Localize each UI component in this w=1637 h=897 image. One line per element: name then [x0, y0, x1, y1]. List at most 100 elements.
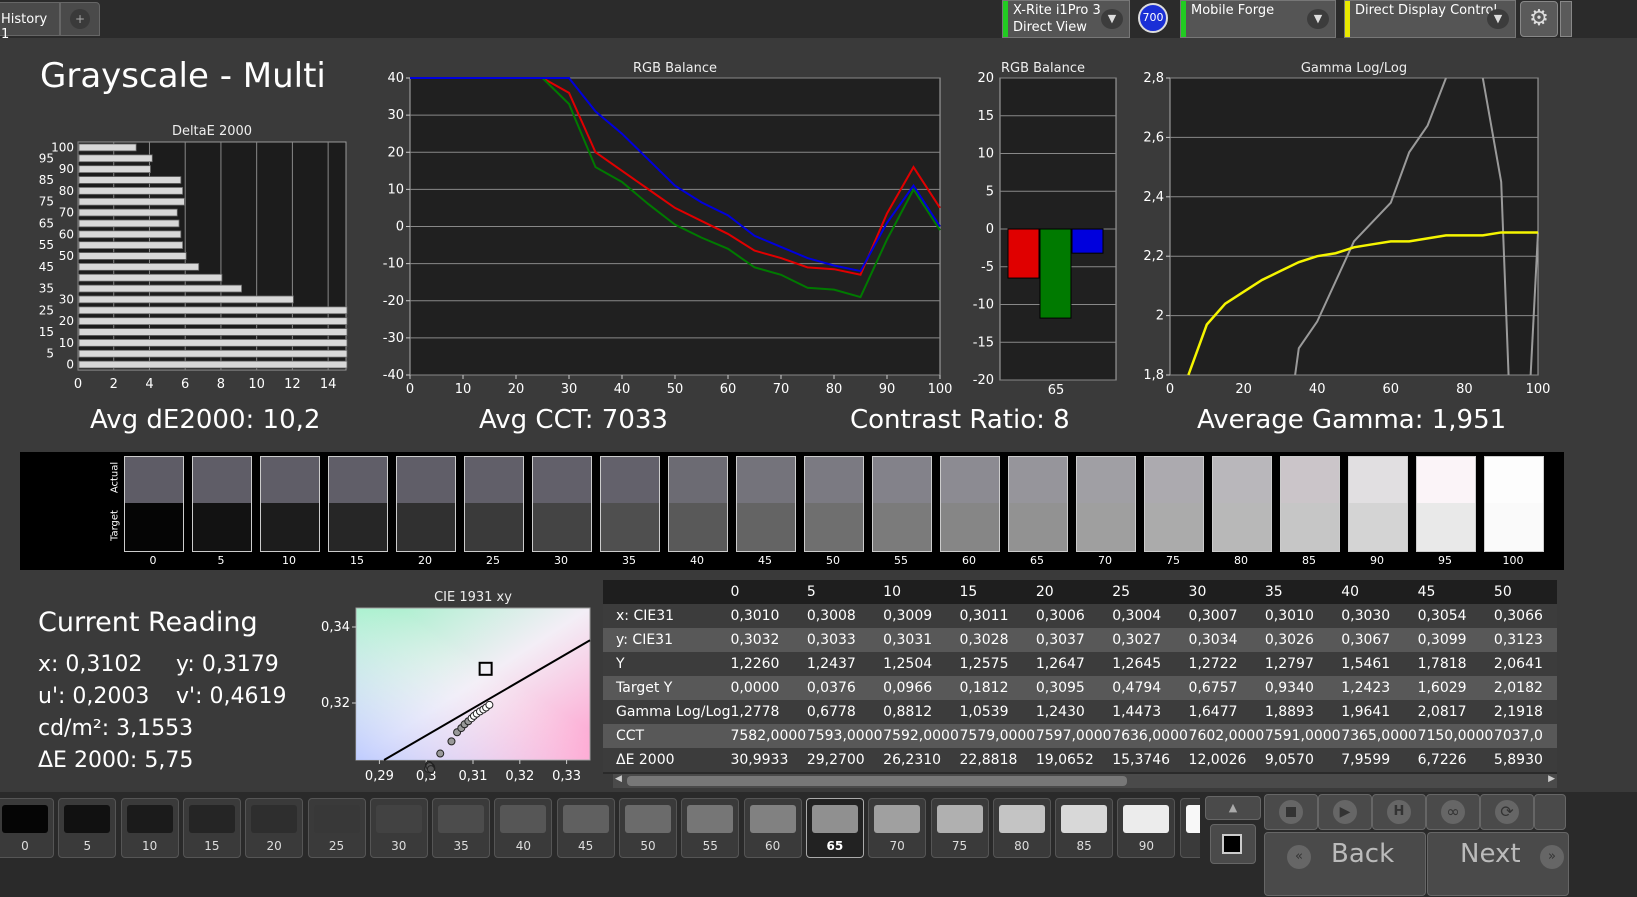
column-header[interactable]: 5 — [807, 580, 883, 604]
patch-button[interactable]: 55 — [681, 798, 740, 858]
patch-color — [749, 805, 796, 833]
scroll-up-button[interactable]: ▲ — [1205, 796, 1261, 820]
swatch-label: 30 — [554, 554, 568, 567]
patch-button[interactable]: 60 — [743, 798, 802, 858]
next-button[interactable]: Next » — [1427, 832, 1569, 896]
cie-ytick-label: 0,32 — [321, 696, 350, 711]
column-header[interactable]: 45 — [1418, 580, 1494, 604]
back-icon: « — [1287, 845, 1311, 869]
patch-button[interactable]: 15 — [182, 798, 241, 858]
column-header[interactable]: 20 — [1036, 580, 1112, 604]
patch-button[interactable]: 25 — [307, 798, 366, 858]
grayscale-swatch[interactable] — [192, 456, 252, 552]
grayscale-swatch[interactable] — [1076, 456, 1136, 552]
extra-button[interactable] — [1534, 794, 1566, 830]
table-corner — [603, 580, 730, 604]
add-tab-button[interactable]: + — [60, 2, 100, 36]
deltae-ytick-label: 0 — [66, 358, 74, 372]
table-cell: 0,3123 — [1493, 632, 1543, 648]
deltae-bar — [78, 263, 200, 271]
grayscale-swatch[interactable] — [940, 456, 1000, 552]
grayscale-swatch[interactable] — [1212, 456, 1272, 552]
grayscale-swatch[interactable] — [1144, 456, 1204, 552]
column-header[interactable]: 50 — [1494, 580, 1557, 604]
target-color — [533, 503, 591, 551]
scrollbar-thumb[interactable] — [627, 776, 1127, 786]
stop-toggle-button[interactable] — [1210, 824, 1256, 864]
column-header[interactable]: 25 — [1112, 580, 1188, 604]
deltae-ytick-label: 35 — [39, 282, 54, 296]
table-cell: 0,3027 — [1112, 632, 1162, 648]
grayscale-swatch[interactable] — [1416, 456, 1476, 552]
chevron-down-icon: ▼ — [1101, 9, 1123, 29]
grayscale-swatch[interactable] — [532, 456, 592, 552]
patch-button[interactable]: 40 — [494, 798, 553, 858]
column-header[interactable]: 0 — [730, 580, 806, 604]
grayscale-swatch[interactable] — [872, 456, 932, 552]
target-label: Target — [109, 510, 121, 541]
grayscale-swatch[interactable] — [1348, 456, 1408, 552]
grayscale-swatch[interactable] — [328, 456, 388, 552]
table-cell: 0,3008 — [806, 608, 856, 624]
patch-button[interactable]: 80 — [992, 798, 1051, 858]
profile-dropdown[interactable]: Mobile Forge ▼ — [1180, 0, 1336, 38]
patch-button[interactable]: 65 — [805, 798, 864, 858]
patch-button[interactable]: 85 — [1055, 798, 1114, 858]
patch-button[interactable]: 5 — [58, 798, 117, 858]
meter-dropdown[interactable]: X-Rite i1Pro 3 Direct View ▼ — [1002, 0, 1130, 38]
column-header[interactable]: 40 — [1341, 580, 1417, 604]
grayscale-swatch[interactable] — [464, 456, 524, 552]
grayscale-swatch[interactable] — [668, 456, 728, 552]
patch-button[interactable]: 0 — [0, 798, 54, 858]
table-cell: 7592,0000 — [883, 728, 959, 744]
grayscale-swatch[interactable] — [600, 456, 660, 552]
patch-button[interactable]: 30 — [369, 798, 428, 858]
deltae-bar — [78, 349, 348, 358]
patch-button[interactable]: 90 — [1117, 798, 1176, 858]
patch-button[interactable]: 45 — [556, 798, 615, 858]
grayscale-swatch[interactable] — [1280, 456, 1340, 552]
patch-button[interactable]: 35 — [432, 798, 491, 858]
hold-button[interactable]: H — [1372, 794, 1426, 830]
table-cell: 0,3095 — [1035, 680, 1085, 696]
grayscale-swatch[interactable] — [396, 456, 456, 552]
patch-button[interactable]: 70 — [868, 798, 927, 858]
data-table[interactable]: 0 5 10 15 20 25 30 35 40 45 50 x: CIE31 0,3010 0,3008… — [603, 580, 1557, 774]
column-header[interactable]: 30 — [1189, 580, 1265, 604]
loop-button[interactable]: ∞ — [1426, 794, 1480, 830]
grayscale-swatch[interactable] — [1008, 456, 1068, 552]
history-tab[interactable]: History 1 — [0, 2, 60, 42]
deltae-ytick-label: 70 — [59, 206, 74, 220]
cie-xtick-label: 0,33 — [552, 769, 581, 784]
column-header[interactable]: 15 — [960, 580, 1036, 604]
refresh-button[interactable]: ⟳ — [1480, 794, 1534, 830]
scroll-right-icon[interactable]: ▶ — [1548, 774, 1555, 784]
patch-button[interactable]: 95 — [1179, 798, 1200, 858]
row-header: Y — [616, 656, 625, 672]
scroll-left-icon[interactable]: ◀ — [615, 774, 622, 784]
grayscale-swatch[interactable] — [736, 456, 796, 552]
back-button[interactable]: « Back — [1264, 832, 1426, 896]
grayscale-swatch[interactable] — [804, 456, 864, 552]
patch-button[interactable]: 10 — [120, 798, 179, 858]
grayscale-swatch[interactable] — [124, 456, 184, 552]
stop-button[interactable] — [1264, 794, 1318, 830]
patch-button[interactable]: 20 — [245, 798, 304, 858]
grayscale-swatch[interactable] — [260, 456, 320, 552]
rgb-bar-ytick-label: 15 — [977, 109, 994, 124]
patch-button[interactable]: 75 — [930, 798, 989, 858]
target-color — [1077, 503, 1135, 551]
play-button[interactable]: ▶ — [1318, 794, 1372, 830]
column-header[interactable]: 10 — [883, 580, 959, 604]
meter-badge[interactable]: 700 — [1138, 3, 1168, 33]
deltae-ytick-label: 10 — [59, 336, 74, 350]
display-dropdown[interactable]: Direct Display Control ▼ — [1344, 0, 1516, 38]
grayscale-swatch[interactable] — [1484, 456, 1544, 552]
patch-label: 50 — [640, 839, 656, 853]
patch-button[interactable]: 50 — [619, 798, 677, 858]
column-header[interactable]: 35 — [1265, 580, 1341, 604]
rgb-line-ytick-label: 40 — [387, 71, 404, 86]
table-hscrollbar[interactable]: ◀ ▶ — [613, 774, 1557, 788]
gear-icon[interactable]: ⚙ — [1520, 1, 1558, 37]
rgb-bar-xtick-label: 65 — [1048, 383, 1065, 398]
